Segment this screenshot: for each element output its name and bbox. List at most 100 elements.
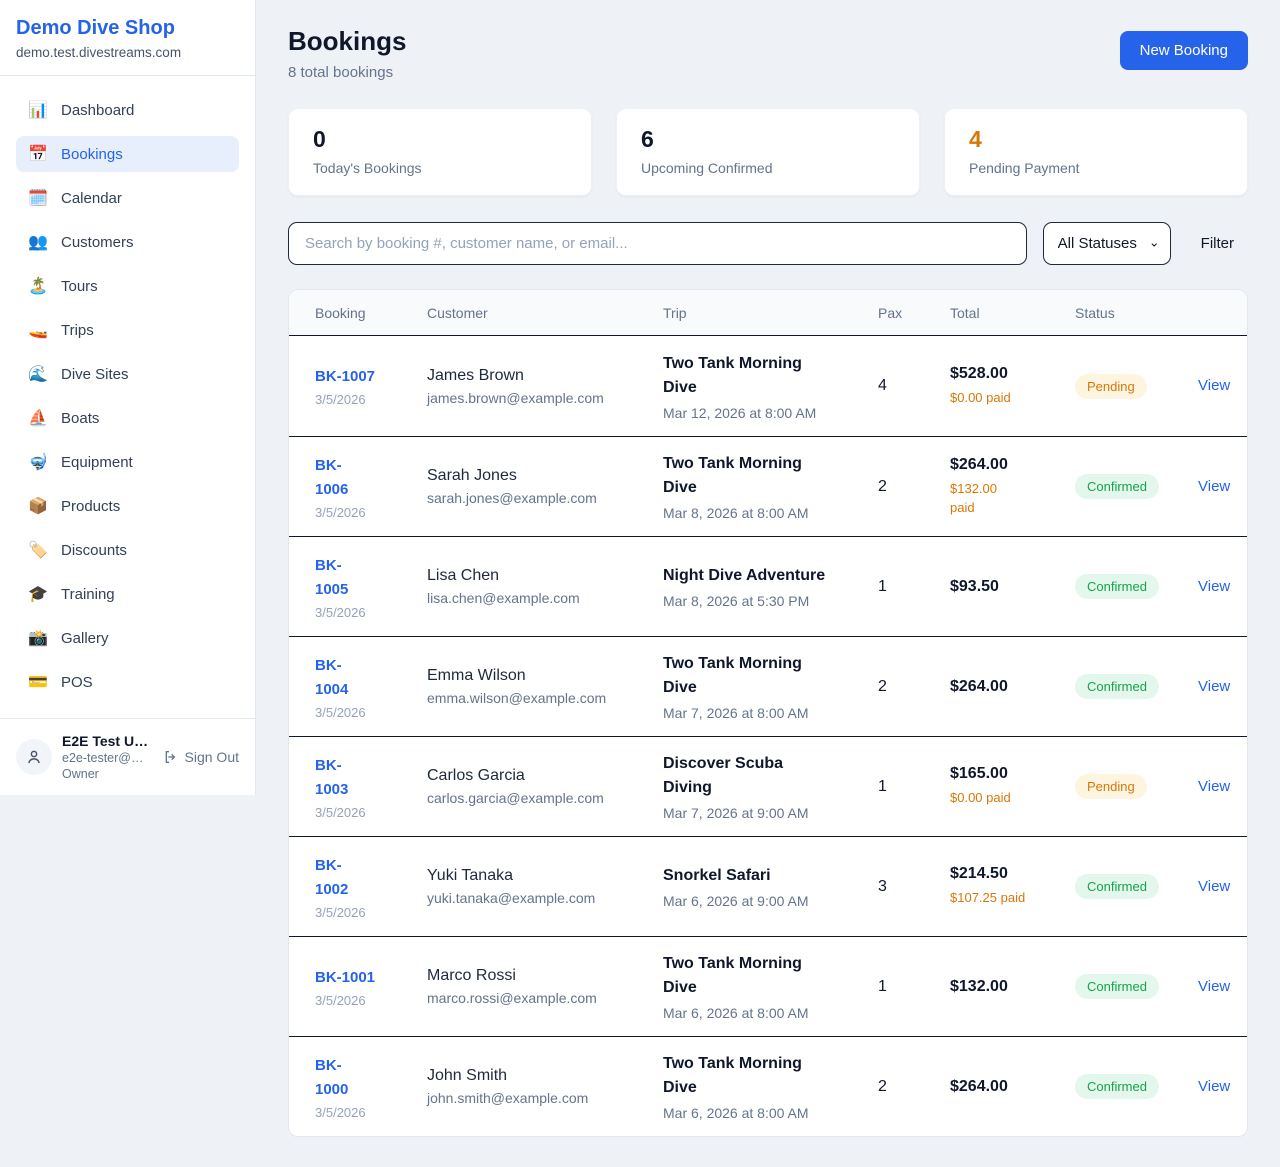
table-row: BK-1001 3/5/2026 Marco Rossi marco.rossi… (289, 936, 1247, 1036)
pax-cell: 1 (878, 978, 950, 996)
user-name: E2E Test U… (62, 733, 148, 749)
customer-email: sarah.jones@example.com (427, 490, 663, 506)
view-link[interactable]: View (1198, 478, 1230, 495)
stat-value: 0 (313, 126, 567, 153)
trip-cell: Two Tank Morning Dive Mar 7, 2026 at 8:0… (663, 652, 878, 721)
booking-date: 3/5/2026 (315, 1105, 427, 1120)
sidebar-item-equipment[interactable]: 🤿 Equipment (16, 444, 239, 480)
trip-date: Mar 6, 2026 at 8:00 AM (663, 1005, 878, 1021)
sidebar-item-trips[interactable]: 🚤 Trips (16, 312, 239, 348)
pax-cell: 4 (878, 377, 950, 395)
booking-cell: BK- 1002 3/5/2026 (315, 854, 427, 920)
sidebar-item-label: Dashboard (61, 102, 134, 119)
trip-name: Two Tank Morning Dive (663, 652, 878, 700)
sidebar-item-bookings[interactable]: 📅 Bookings (16, 136, 239, 172)
view-link[interactable]: View (1198, 778, 1230, 795)
actions-cell: View (1198, 1078, 1230, 1096)
user-block: E2E Test U… e2e-tester@… Owner (62, 733, 148, 781)
booking-link[interactable]: BK- 1000 (315, 1054, 427, 1102)
status-cell: Confirmed (1075, 574, 1198, 599)
sidebar-item-label: Bookings (61, 146, 123, 163)
stat-label: Today's Bookings (313, 160, 567, 176)
sidebar-item-label: Discounts (61, 542, 127, 559)
shop-domain: demo.test.divestreams.com (16, 45, 239, 60)
sidebar-item-products[interactable]: 📦 Products (16, 488, 239, 524)
sidebar-item-discounts[interactable]: 🏷️ Discounts (16, 532, 239, 568)
trip-date: Mar 6, 2026 at 8:00 AM (663, 1105, 878, 1121)
booking-date: 3/5/2026 (315, 905, 427, 920)
booking-link[interactable]: BK-1007 (315, 365, 427, 389)
discounts-icon: 🏷️ (28, 540, 48, 560)
trip-name: Night Dive Adventure (663, 564, 878, 588)
shop-name: Demo Dive Shop (16, 17, 239, 40)
sign-out-button[interactable]: Sign Out (163, 749, 239, 765)
booking-link[interactable]: BK-1001 (315, 966, 427, 990)
sidebar-item-label: Calendar (61, 190, 122, 207)
booking-link[interactable]: BK- 1002 (315, 854, 427, 902)
status-select[interactable]: All Statuses (1043, 222, 1171, 265)
total-amount: $214.50 (950, 865, 1075, 883)
paid-amount: $0.00 paid (950, 388, 1075, 408)
trip-date: Mar 6, 2026 at 9:00 AM (663, 893, 878, 909)
booking-link[interactable]: BK- 1006 (315, 454, 427, 502)
booking-link[interactable]: BK- 1005 (315, 554, 427, 602)
sidebar-item-label: Dive Sites (61, 366, 129, 383)
table-header-row: Booking Customer Trip Pax Total Status (289, 290, 1247, 336)
sidebar-item-label: Gallery (61, 630, 109, 647)
customer-name: Emma Wilson (427, 667, 663, 685)
table-row: BK- 1006 3/5/2026 Sarah Jones sarah.jone… (289, 436, 1247, 536)
view-link[interactable]: View (1198, 678, 1230, 695)
filter-button[interactable]: Filter (1187, 235, 1248, 252)
customer-cell: James Brown james.brown@example.com (427, 367, 663, 406)
total-amount: $165.00 (950, 765, 1075, 783)
booking-link[interactable]: BK- 1004 (315, 654, 427, 702)
sidebar-item-dive-sites[interactable]: 🌊 Dive Sites (16, 356, 239, 392)
view-link[interactable]: View (1198, 978, 1230, 995)
status-badge: Confirmed (1075, 674, 1159, 699)
page-header: Bookings 8 total bookings New Booking (288, 26, 1248, 81)
trip-name: Two Tank Morning Dive (663, 452, 878, 500)
trips-icon: 🚤 (28, 320, 48, 340)
total-cell: $264.00 (950, 678, 1075, 696)
actions-cell: View (1198, 377, 1230, 395)
booking-link[interactable]: BK- 1003 (315, 754, 427, 802)
view-link[interactable]: View (1198, 578, 1230, 595)
user-role: Owner (62, 767, 148, 781)
equipment-icon: 🤿 (28, 452, 48, 472)
sidebar-item-gallery[interactable]: 📸 Gallery (16, 620, 239, 656)
status-cell: Confirmed (1075, 1074, 1198, 1099)
total-amount: $264.00 (950, 678, 1075, 696)
status-badge: Confirmed (1075, 874, 1159, 899)
sign-out-icon (163, 749, 179, 765)
sidebar-item-calendar[interactable]: 🗓️ Calendar (16, 180, 239, 216)
page-subtitle: 8 total bookings (288, 64, 406, 81)
pos-icon: 💳 (28, 672, 48, 692)
sidebar-item-customers[interactable]: 👥 Customers (16, 224, 239, 260)
sidebar: Demo Dive Shop demo.test.divestreams.com… (0, 0, 256, 795)
table-row: BK- 1003 3/5/2026 Carlos Garcia carlos.g… (289, 736, 1247, 836)
search-input[interactable] (288, 222, 1027, 265)
sidebar-item-boats[interactable]: ⛵ Boats (16, 400, 239, 436)
sidebar-item-dashboard[interactable]: 📊 Dashboard (16, 92, 239, 128)
customer-name: Lisa Chen (427, 567, 663, 585)
col-header-customer: Customer (427, 305, 663, 321)
customer-email: emma.wilson@example.com (427, 690, 663, 706)
customer-name: Yuki Tanaka (427, 867, 663, 885)
sidebar-nav: 📊 Dashboard 📅 Bookings 🗓️ Calendar 👥 Cus… (0, 76, 255, 718)
customer-email: lisa.chen@example.com (427, 590, 663, 606)
status-cell: Confirmed (1075, 874, 1198, 899)
sidebar-item-pos[interactable]: 💳 POS (16, 664, 239, 700)
main-content: Bookings 8 total bookings New Booking 0 … (256, 0, 1280, 1167)
trip-name: Discover Scuba Diving (663, 752, 878, 800)
sidebar-item-tours[interactable]: 🏝️ Tours (16, 268, 239, 304)
customer-name: Sarah Jones (427, 467, 663, 485)
booking-cell: BK-1001 3/5/2026 (315, 966, 427, 1008)
status-cell: Confirmed (1075, 474, 1198, 499)
view-link[interactable]: View (1198, 878, 1230, 895)
table-row: BK- 1002 3/5/2026 Yuki Tanaka yuki.tanak… (289, 836, 1247, 936)
new-booking-button[interactable]: New Booking (1120, 31, 1248, 70)
training-icon: 🎓 (28, 584, 48, 604)
sidebar-item-training[interactable]: 🎓 Training (16, 576, 239, 612)
view-link[interactable]: View (1198, 377, 1230, 394)
view-link[interactable]: View (1198, 1078, 1230, 1095)
